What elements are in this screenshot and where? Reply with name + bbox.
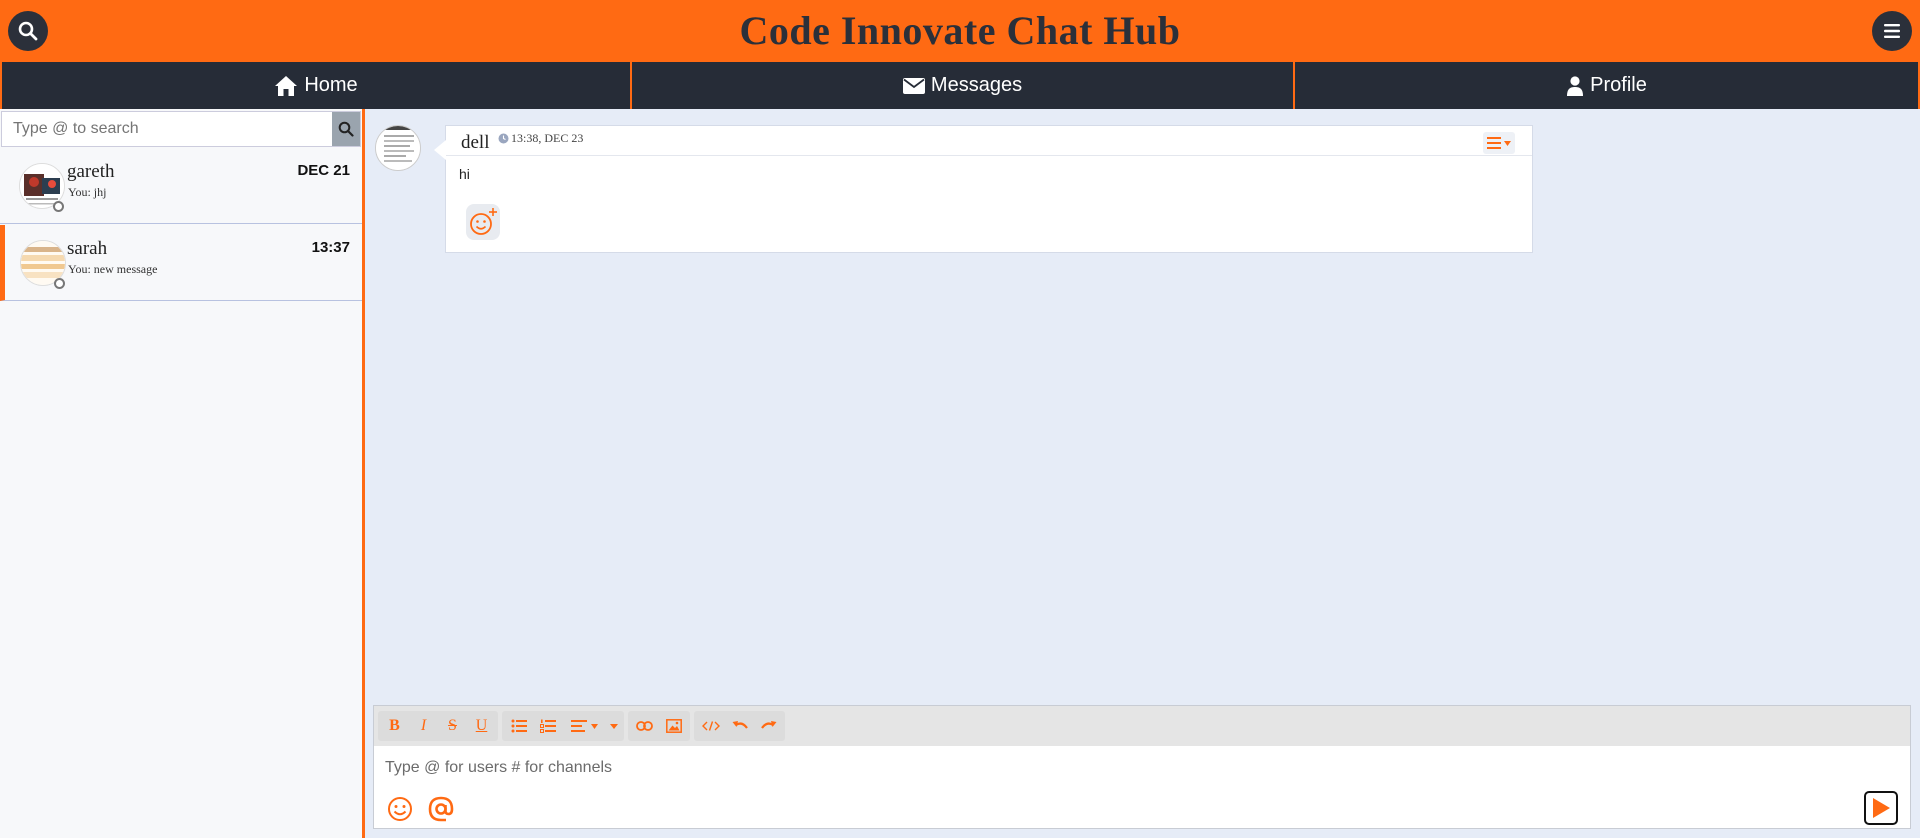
conversation-item[interactable]: sarah You: new message 13:37 — [0, 225, 362, 301]
format-group: B I S U — [378, 711, 498, 741]
undo-icon — [732, 721, 748, 729]
message-header: dell 13:38, DEC 23 — [446, 126, 1532, 156]
conversation-preview: You: jhj — [68, 185, 107, 199]
nav-home-label: Home — [304, 74, 358, 96]
menu-button[interactable] — [1872, 11, 1912, 51]
align-left-icon — [570, 720, 587, 732]
nav-messages[interactable]: Messages — [630, 62, 1293, 109]
add-reaction-icon — [470, 208, 497, 235]
envelope-icon — [902, 77, 925, 94]
status-indicator — [54, 278, 65, 289]
editor-toolbar: B I S U — [374, 706, 1910, 746]
redo-button[interactable] — [754, 711, 783, 741]
nav-messages-label: Messages — [930, 74, 1023, 96]
bullet-list-button[interactable] — [504, 711, 533, 741]
redo-icon — [760, 721, 776, 729]
message-card: dell 13:38, DEC 23 hi — [434, 125, 1533, 253]
undo-button[interactable] — [725, 711, 754, 741]
smile-icon — [388, 797, 412, 821]
mention-button[interactable] — [427, 795, 455, 823]
at-sign-icon — [428, 796, 454, 822]
main-nav: Home Messages Profile — [0, 62, 1920, 109]
conversation-item[interactable]: gareth You: jhj DEC 21 — [0, 148, 362, 224]
conversation-date: DEC 21 — [297, 162, 350, 179]
conversation-name: gareth — [67, 161, 115, 182]
sidebar-search — [1, 111, 361, 147]
caret-down-icon — [590, 723, 598, 729]
numbered-list-button[interactable] — [533, 711, 562, 741]
insert-group — [628, 711, 690, 741]
align-dropdown-button[interactable] — [562, 711, 606, 741]
caret-down-icon — [610, 723, 618, 729]
status-indicator — [53, 201, 64, 212]
more-options-button[interactable] — [606, 711, 622, 741]
message-options-button[interactable] — [1483, 132, 1515, 154]
message-author: dell — [461, 132, 490, 153]
message-time-text: 13:38, DEC 23 — [511, 131, 584, 145]
numbered-list-icon — [539, 719, 556, 733]
image-icon — [665, 719, 682, 733]
underline-button[interactable]: U — [467, 711, 496, 741]
clock-icon — [498, 133, 509, 144]
message-avatar — [375, 125, 421, 171]
conversation-preview: You: new message — [68, 262, 158, 276]
link-icon — [636, 721, 653, 731]
conversation-date: 13:37 — [311, 239, 350, 256]
search-icon — [338, 121, 354, 137]
code-button[interactable] — [696, 711, 725, 741]
message-composer: B I S U — [373, 705, 1911, 829]
message-timestamp: 13:38, DEC 23 — [498, 131, 583, 146]
message-text: hi — [459, 166, 470, 182]
top-bar: Code Innovate Chat Hub — [0, 0, 1920, 62]
caret-down-icon — [1504, 140, 1511, 146]
code-icon — [701, 721, 720, 731]
add-reaction-button[interactable] — [466, 204, 500, 240]
hamburger-icon — [1884, 24, 1900, 38]
home-icon — [275, 75, 298, 96]
bold-button[interactable]: B — [380, 711, 409, 741]
image-button[interactable] — [659, 711, 688, 741]
link-button[interactable] — [630, 711, 659, 741]
italic-button[interactable]: I — [409, 711, 438, 741]
play-send-icon — [1873, 798, 1890, 818]
bullet-list-icon — [511, 719, 527, 733]
strikethrough-button[interactable]: S — [438, 711, 467, 741]
message-input[interactable] — [374, 746, 1910, 790]
send-button[interactable] — [1864, 791, 1898, 825]
conversation-name: sarah — [67, 238, 108, 259]
nav-home[interactable]: Home — [0, 62, 630, 109]
list-icon — [1487, 137, 1501, 149]
conversation-sidebar: gareth You: jhj DEC 21 sarah You: new me… — [0, 109, 365, 838]
sidebar-search-input[interactable] — [2, 112, 335, 146]
sidebar-search-button[interactable] — [332, 112, 360, 146]
emoji-button[interactable] — [386, 795, 414, 823]
nav-profile[interactable]: Profile — [1293, 62, 1920, 109]
app-title: Code Innovate Chat Hub — [739, 8, 1181, 53]
user-icon — [1567, 75, 1584, 96]
history-group — [694, 711, 785, 741]
list-group — [502, 711, 624, 741]
nav-profile-label: Profile — [1590, 74, 1647, 96]
